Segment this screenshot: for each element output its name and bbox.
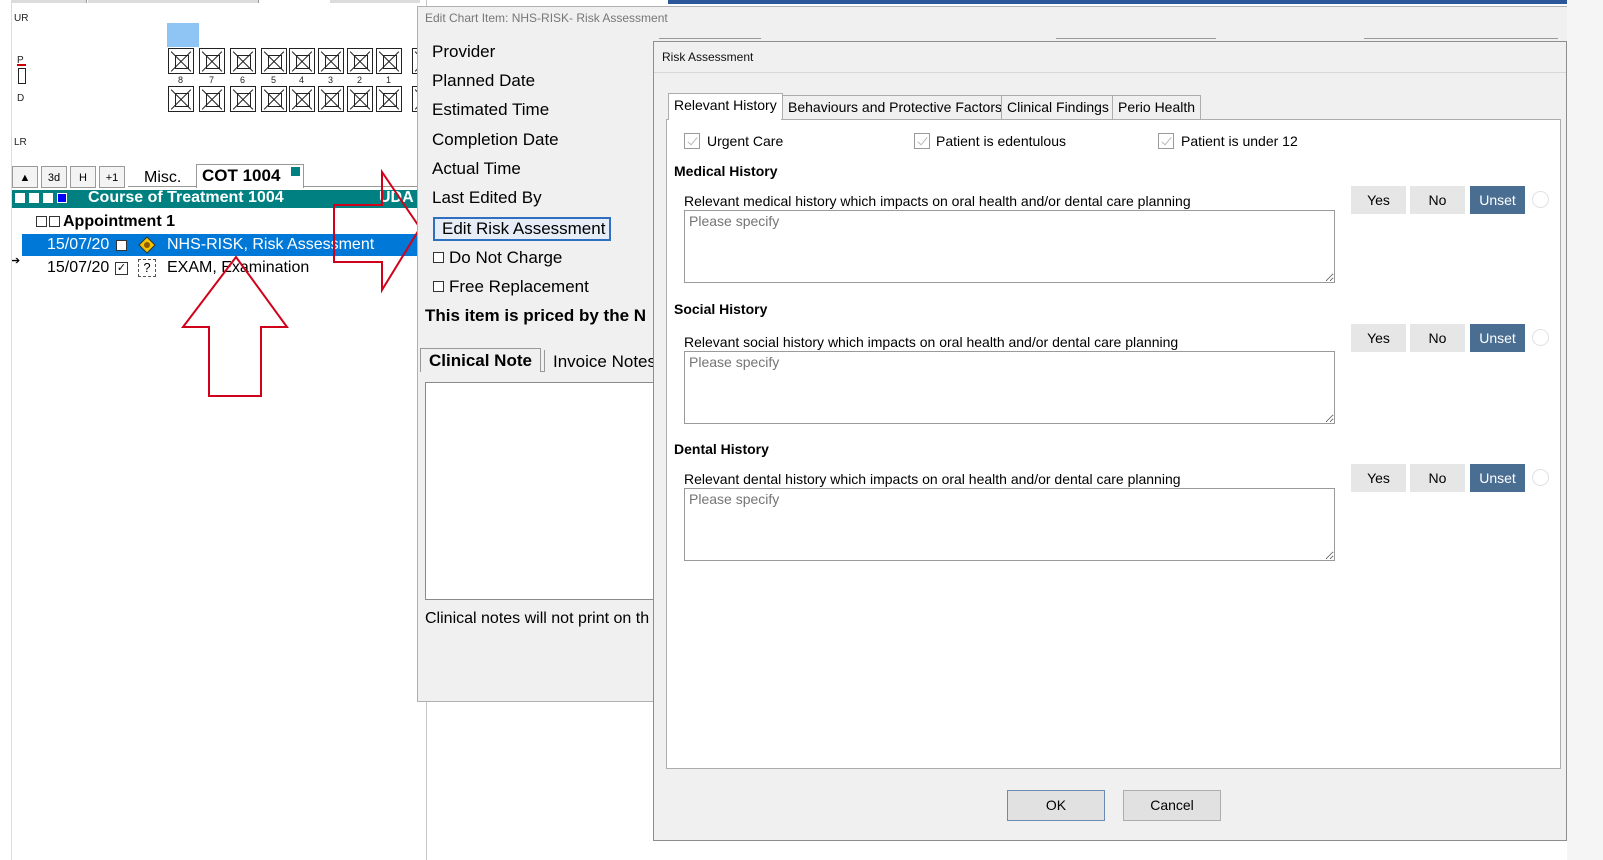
do-not-charge-checkbox[interactable] xyxy=(433,252,444,263)
under-12-checkbox[interactable] xyxy=(1158,133,1174,149)
field-provider: Provider xyxy=(432,42,496,61)
ok-button[interactable]: OK xyxy=(1007,790,1105,821)
tab-perio-health[interactable]: Perio Health xyxy=(1112,95,1202,119)
tab-clinical-findings[interactable]: Clinical Findings xyxy=(1001,95,1115,119)
annotation-arrow-right xyxy=(333,168,422,294)
social-yes-button[interactable]: Yes xyxy=(1351,324,1406,352)
field-actual-time: Actual Time xyxy=(432,159,521,178)
dental-no-button[interactable]: No xyxy=(1410,464,1465,492)
medical-yes-button[interactable]: Yes xyxy=(1351,186,1406,214)
dental-yes-button[interactable]: Yes xyxy=(1351,464,1406,492)
pricing-note: This item is priced by the N xyxy=(425,306,647,325)
annotation-arrow-up xyxy=(180,255,289,397)
medical-no-button[interactable]: No xyxy=(1410,186,1465,214)
field-planned-date: Planned Date xyxy=(432,71,536,90)
window-top-border xyxy=(668,0,1568,4)
clinical-note-footer: Clinical notes will not print on th xyxy=(425,610,650,627)
medical-history-heading: Medical History xyxy=(674,163,778,179)
do-not-charge-label: Do Not Charge xyxy=(449,248,563,267)
social-history-heading: Social History xyxy=(674,301,768,317)
edit-risk-assessment-button[interactable]: Edit Risk Assessment xyxy=(433,217,611,241)
medical-unset-button[interactable]: Unset xyxy=(1470,186,1525,214)
dental-unset-button[interactable]: Unset xyxy=(1470,464,1525,492)
social-status-radio[interactable] xyxy=(1532,329,1549,346)
tab-clinical-note[interactable]: Clinical Note xyxy=(420,348,541,372)
active-tab-joiner xyxy=(669,118,781,120)
tab-invoice-notes[interactable]: Invoice Notes xyxy=(544,350,664,372)
dental-history-question: Relevant dental history which impacts on… xyxy=(684,471,1181,487)
tab-behaviours-protective-factors[interactable]: Behaviours and Protective Factors xyxy=(782,95,1008,119)
medical-status-radio[interactable] xyxy=(1532,191,1549,208)
risk-dialog-title: Risk Assessment xyxy=(662,50,754,64)
dental-status-radio[interactable] xyxy=(1532,469,1549,486)
social-history-question: Relevant social history which impacts on… xyxy=(684,334,1179,350)
free-replacement-checkbox[interactable] xyxy=(433,281,444,292)
free-replacement-label: Free Replacement xyxy=(449,277,589,296)
title-separator xyxy=(654,72,1566,73)
cancel-button[interactable]: Cancel xyxy=(1123,790,1221,821)
social-unset-button[interactable]: Unset xyxy=(1470,324,1525,352)
medical-history-question: Relevant medical history which impacts o… xyxy=(684,193,1191,209)
medical-history-input[interactable] xyxy=(684,210,1335,283)
edentulous-checkbox[interactable] xyxy=(914,133,930,149)
urgent-care-label: Urgent Care xyxy=(707,133,784,149)
dental-history-input[interactable] xyxy=(684,488,1335,561)
under-12-label: Patient is under 12 xyxy=(1181,133,1298,149)
clinical-note-textarea[interactable] xyxy=(425,382,655,600)
edentulous-label: Patient is edentulous xyxy=(936,133,1066,149)
tab-relevant-history[interactable]: Relevant History xyxy=(668,93,783,120)
urgent-care-checkbox[interactable] xyxy=(684,133,700,149)
field-estimated-time: Estimated Time xyxy=(432,100,550,119)
field-last-edited-by: Last Edited By xyxy=(432,188,542,207)
social-history-input[interactable] xyxy=(684,351,1335,424)
dental-history-heading: Dental History xyxy=(674,441,769,457)
social-no-button[interactable]: No xyxy=(1410,324,1465,352)
field-completion-date: Completion Date xyxy=(432,130,559,149)
right-margin xyxy=(1567,0,1603,860)
edit-dialog-title: Edit Chart Item: NHS-RISK- Risk Assessme… xyxy=(425,11,668,25)
